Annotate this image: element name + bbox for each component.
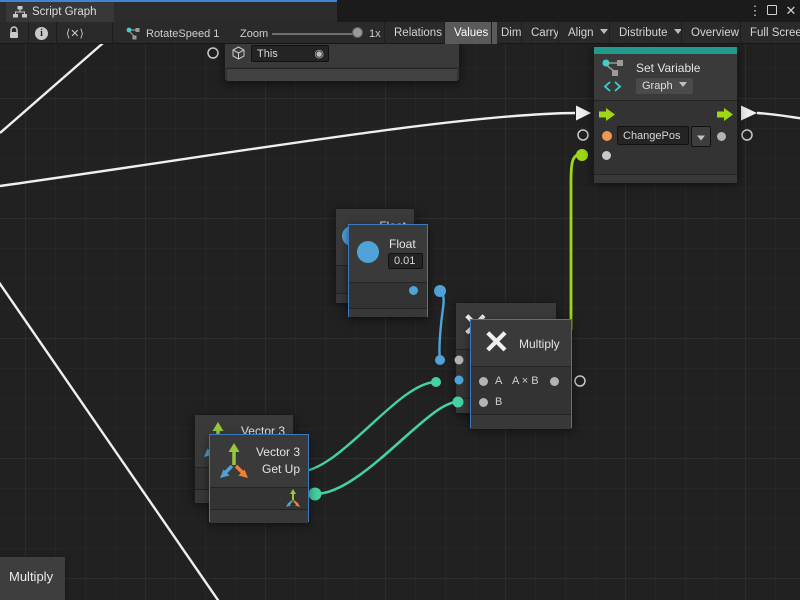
input-b-port[interactable] bbox=[479, 398, 488, 407]
tab-title: Script Graph bbox=[32, 6, 97, 18]
node-title: Get Up bbox=[262, 462, 300, 476]
variable-stripe bbox=[594, 47, 737, 54]
variable-scope-dropdown[interactable]: Graph bbox=[636, 78, 693, 94]
maximize-icon[interactable] bbox=[767, 5, 777, 15]
zoom-slider-handle[interactable] bbox=[352, 27, 363, 38]
node-title: Multiply bbox=[519, 337, 560, 351]
lock-icon[interactable] bbox=[8, 26, 20, 45]
set-variable-node[interactable]: Set Variable Graph ChangePos bbox=[593, 46, 738, 182]
cube-icon bbox=[231, 46, 246, 66]
align-dropdown[interactable]: Align bbox=[558, 22, 617, 44]
object-picker-icon[interactable]: ◉ bbox=[314, 46, 324, 62]
vector3-output-port[interactable] bbox=[284, 488, 302, 513]
graph-breadcrumb-icon bbox=[126, 27, 140, 45]
flow-input-icon[interactable] bbox=[599, 108, 616, 126]
node-type-title: Vector 3 bbox=[256, 445, 300, 459]
this-node-body bbox=[227, 68, 457, 81]
graph-breadcrumb[interactable]: RotateSpeed 1 bbox=[146, 28, 219, 40]
zoom-value: 1x bbox=[369, 28, 381, 40]
tab-script-graph[interactable]: Script Graph bbox=[6, 2, 114, 22]
set-variable-icon bbox=[601, 58, 627, 97]
close-icon[interactable]: ✕ bbox=[783, 2, 799, 20]
float-node[interactable]: Float 0.01 bbox=[348, 224, 428, 317]
distribute-dropdown[interactable]: Distribute bbox=[609, 22, 691, 44]
zoom-slider[interactable] bbox=[272, 33, 362, 35]
full-screen-button[interactable]: Full Screen bbox=[740, 22, 800, 44]
toolbar-separator bbox=[112, 22, 113, 44]
values-button[interactable]: Values bbox=[444, 22, 497, 44]
kebab-menu-icon[interactable]: ⋮ bbox=[748, 2, 762, 20]
game-object-value: This bbox=[257, 48, 278, 60]
output-port[interactable] bbox=[550, 377, 559, 386]
toolbar-separator bbox=[56, 22, 57, 44]
get-up-node[interactable]: Vector 3 Get Up bbox=[209, 434, 309, 522]
float-value-field[interactable]: 0.01 bbox=[388, 253, 423, 269]
value-input-port[interactable] bbox=[602, 151, 611, 160]
set-variable-footer bbox=[594, 174, 737, 183]
float-node-footer bbox=[349, 308, 427, 317]
this-node[interactable]: This ◉ bbox=[224, 40, 460, 81]
variable-dropdown-button[interactable] bbox=[691, 126, 711, 147]
zoom-label: Zoom bbox=[240, 28, 268, 40]
multiply-node[interactable]: ✕ Multiply A A × B B bbox=[470, 319, 572, 428]
input-a-port[interactable] bbox=[479, 377, 488, 386]
input-a-label: A bbox=[495, 375, 502, 387]
node-title: Float bbox=[389, 237, 416, 251]
node-title: Set Variable bbox=[636, 61, 700, 75]
tooltip: Multiply bbox=[0, 557, 65, 600]
window-titlebar: Script Graph ⋮ ✕ bbox=[0, 0, 800, 22]
game-object-field[interactable]: This ◉ bbox=[251, 45, 329, 62]
float-output-port[interactable] bbox=[409, 286, 418, 295]
relations-button[interactable]: Relations bbox=[384, 22, 451, 44]
float-type-icon bbox=[357, 241, 379, 263]
tooltip-label: Multiply bbox=[9, 569, 53, 584]
code-connections-icon[interactable]: ⟨✕⟩ bbox=[66, 27, 84, 40]
value-output-port[interactable] bbox=[717, 132, 726, 141]
toolbar-separator bbox=[28, 22, 29, 44]
overview-button[interactable]: Overview bbox=[681, 22, 748, 44]
vector3-icon bbox=[217, 441, 251, 484]
flow-output-icon[interactable] bbox=[717, 108, 734, 126]
info-icon[interactable]: i bbox=[35, 27, 48, 40]
input-b-label: B bbox=[495, 396, 502, 408]
script-graph-icon bbox=[13, 6, 27, 18]
variable-input-port[interactable] bbox=[602, 131, 612, 141]
multiply-node-body bbox=[471, 366, 571, 414]
multiply-icon: ✕ bbox=[483, 326, 510, 358]
variable-name-field[interactable]: ChangePos bbox=[617, 126, 689, 145]
multiply-node-footer bbox=[471, 414, 571, 429]
output-label: A × B bbox=[512, 375, 539, 387]
